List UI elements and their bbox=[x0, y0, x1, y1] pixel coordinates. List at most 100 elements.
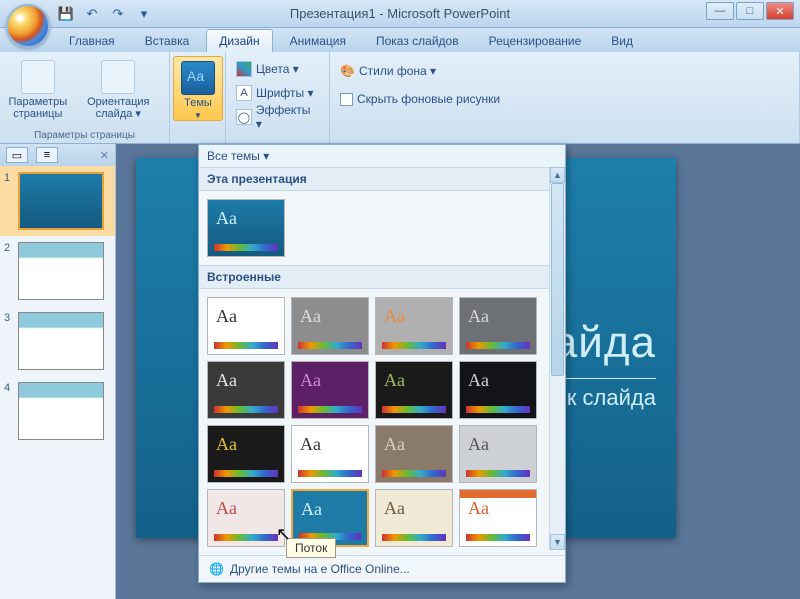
hide-background-checkbox[interactable]: Скрыть фоновые рисунки bbox=[336, 88, 793, 110]
theme-option-0[interactable]: Aa bbox=[207, 297, 285, 355]
page-setup-label: Параметры страницы bbox=[6, 96, 70, 120]
outline-tab-icon[interactable]: ≡ bbox=[36, 147, 58, 163]
theme-option-15[interactable]: Aa bbox=[459, 489, 537, 547]
tab-home[interactable]: Главная bbox=[56, 29, 128, 52]
theme-aa-label: Aa bbox=[384, 498, 405, 519]
theme-aa-label: Aa bbox=[300, 370, 321, 391]
effects-button[interactable]: ◯Эффекты ▾ bbox=[232, 106, 323, 128]
theme-option-9[interactable]: Aa bbox=[291, 425, 369, 483]
theme-aa-label: Aa bbox=[384, 434, 405, 455]
theme-color-bar bbox=[466, 342, 530, 349]
slide-thumb-4[interactable]: 4 bbox=[0, 376, 115, 446]
theme-color-bar bbox=[466, 406, 530, 413]
slide-thumb-3[interactable]: 3 bbox=[0, 306, 115, 376]
this-presentation-grid: Aa bbox=[199, 191, 565, 265]
theme-aa-label: Aa bbox=[301, 499, 322, 520]
theme-color-bar bbox=[382, 470, 446, 477]
effects-icon: ◯ bbox=[236, 109, 252, 125]
theme-color-bar bbox=[466, 534, 530, 541]
theme-aa-label: Aa bbox=[468, 434, 489, 455]
theme-option-2[interactable]: Aa bbox=[375, 297, 453, 355]
slide-thumb-1[interactable]: 1 bbox=[0, 166, 115, 236]
theme-option-12[interactable]: Aa bbox=[207, 489, 285, 547]
theme-aa-label: Aa bbox=[300, 306, 321, 327]
theme-color-bar bbox=[214, 534, 278, 541]
maximize-button[interactable]: □ bbox=[736, 2, 764, 20]
thumb-preview bbox=[18, 382, 104, 440]
page-setup-button[interactable]: Параметры страницы bbox=[6, 56, 70, 128]
theme-aa-label: Aa bbox=[300, 434, 321, 455]
themes-button[interactable]: Темы ▼ bbox=[173, 56, 223, 121]
theme-color-bar bbox=[298, 342, 362, 349]
office-button[interactable] bbox=[6, 4, 50, 48]
undo-icon[interactable]: ↶ bbox=[82, 4, 102, 24]
theme-option-1[interactable]: Aa bbox=[291, 297, 369, 355]
theme-aa-label: Aa bbox=[384, 370, 405, 391]
tab-animation[interactable]: Анимация bbox=[277, 29, 359, 52]
theme-color-bar bbox=[214, 342, 278, 349]
theme-option-3[interactable]: Aa bbox=[459, 297, 537, 355]
slide-orientation-button[interactable]: Ориентация слайда ▾ bbox=[74, 56, 163, 128]
group-label-page: Параметры страницы bbox=[6, 128, 163, 143]
theme-option-4[interactable]: Aa bbox=[207, 361, 285, 419]
dropdown-scrollbar[interactable]: ▲ ▼ bbox=[549, 167, 565, 550]
slides-panel: ▭ ≡ ✕ 1 2 3 4 bbox=[0, 144, 116, 599]
scroll-thumb[interactable] bbox=[551, 183, 564, 376]
colors-icon bbox=[236, 61, 252, 77]
theme-aa-label: Aa bbox=[468, 370, 489, 391]
theme-color-bar bbox=[382, 534, 446, 541]
theme-aa-label: Aa bbox=[468, 498, 489, 519]
globe-icon: 🌐 bbox=[209, 562, 224, 576]
theme-color-bar bbox=[382, 406, 446, 413]
theme-aa-label: Aa bbox=[216, 434, 237, 455]
theme-tooltip: Поток bbox=[286, 538, 336, 558]
qat-more-icon[interactable]: ▾ bbox=[134, 4, 154, 24]
theme-option-8[interactable]: Aa bbox=[207, 425, 285, 483]
theme-option-7[interactable]: Aa bbox=[459, 361, 537, 419]
scroll-down-icon[interactable]: ▼ bbox=[550, 534, 565, 550]
thumb-preview bbox=[18, 172, 104, 230]
theme-option-14[interactable]: Aa bbox=[375, 489, 453, 547]
theme-option-11[interactable]: Aa bbox=[459, 425, 537, 483]
theme-color-bar bbox=[382, 342, 446, 349]
theme-option-5[interactable]: Aa bbox=[291, 361, 369, 419]
window-controls: — □ ✕ bbox=[706, 2, 794, 20]
minimize-button[interactable]: — bbox=[706, 2, 734, 20]
slide-thumb-2[interactable]: 2 bbox=[0, 236, 115, 306]
theme-aa-label: Aa bbox=[216, 370, 237, 391]
tab-view[interactable]: Вид bbox=[598, 29, 646, 52]
theme-current[interactable]: Aa bbox=[207, 199, 285, 257]
orientation-label: Ориентация слайда ▾ bbox=[74, 96, 163, 120]
thumb-preview bbox=[18, 312, 104, 370]
theme-option-10[interactable]: Aa bbox=[375, 425, 453, 483]
more-themes-online[interactable]: 🌐Другие темы на е Office Online... bbox=[199, 555, 565, 582]
tab-design[interactable]: Дизайн bbox=[206, 29, 272, 52]
theme-color-bar bbox=[298, 470, 362, 477]
tab-review[interactable]: Рецензирование bbox=[476, 29, 595, 52]
theme-option-6[interactable]: Aa bbox=[375, 361, 453, 419]
group-page-setup: Параметры страницы Ориентация слайда ▾ П… bbox=[0, 52, 170, 143]
theme-color-bar bbox=[214, 470, 278, 477]
ribbon-tabs: Главная Вставка Дизайн Анимация Показ сл… bbox=[0, 28, 800, 52]
scroll-up-icon[interactable]: ▲ bbox=[550, 167, 565, 183]
themes-arrow-icon: ▼ bbox=[194, 111, 202, 120]
thumb-preview bbox=[18, 242, 104, 300]
save-icon[interactable]: 💾 bbox=[56, 4, 76, 24]
redo-icon[interactable]: ↷ bbox=[108, 4, 128, 24]
ribbon: Параметры страницы Ориентация слайда ▾ П… bbox=[0, 52, 800, 144]
themes-label: Темы bbox=[184, 97, 212, 109]
tab-slideshow[interactable]: Показ слайдов bbox=[363, 29, 472, 52]
slides-tab-icon[interactable]: ▭ bbox=[6, 147, 28, 163]
background-styles-button[interactable]: 🎨Стили фона ▾ bbox=[336, 60, 793, 82]
theme-aa-label: Aa bbox=[216, 306, 237, 327]
close-button[interactable]: ✕ bbox=[766, 2, 794, 20]
all-themes-header[interactable]: Все темы ▾ bbox=[199, 145, 565, 167]
tab-insert[interactable]: Вставка bbox=[132, 29, 203, 52]
panel-close-icon[interactable]: ✕ bbox=[100, 149, 109, 162]
colors-button[interactable]: Цвета ▾ bbox=[232, 58, 323, 80]
section-this-presentation: Эта презентация bbox=[199, 167, 565, 191]
group-background: 🎨Стили фона ▾ Скрыть фоновые рисунки bbox=[330, 52, 800, 143]
group-theme-options: Цвета ▾ AШрифты ▾ ◯Эффекты ▾ bbox=[226, 52, 330, 143]
themes-icon bbox=[181, 61, 215, 95]
fonts-button[interactable]: AШрифты ▾ bbox=[232, 82, 323, 104]
